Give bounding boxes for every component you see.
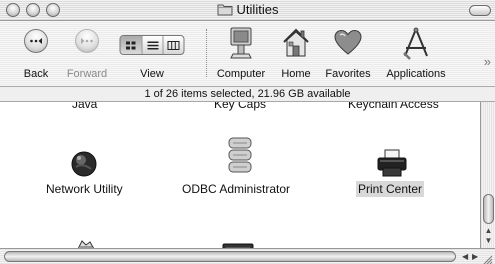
script-icon: [72, 238, 100, 248]
column-view-icon[interactable]: [162, 36, 184, 54]
view-segmented-control: [119, 31, 185, 55]
scroll-left-arrow-icon[interactable]: ◀: [462, 251, 468, 262]
status-bar: 1 of 26 items selected, 21.96 GB availab…: [0, 86, 495, 102]
file-item-partial[interactable]: [72, 238, 102, 248]
window-title-group: Utilities: [0, 2, 495, 18]
favorites-button[interactable]: Favorites: [320, 21, 376, 86]
view-control: View: [118, 21, 186, 86]
scroll-down-arrow-icon[interactable]: ▼: [484, 236, 493, 245]
scroll-right-arrow-icon[interactable]: ▶: [472, 251, 478, 262]
file-item-network-utility[interactable]: Network Utility: [40, 150, 140, 206]
view-label: View: [140, 68, 164, 80]
printer-icon: [376, 148, 408, 183]
back-button[interactable]: Back: [14, 21, 58, 86]
file-label-partial[interactable]: Key Caps: [214, 102, 266, 111]
home-label: Home: [281, 68, 311, 80]
finder-window: Utilities Back Forward View Computer Hom…: [0, 0, 495, 264]
forward-arrow-icon: [75, 29, 99, 53]
horizontal-scroll-thumb[interactable]: [4, 251, 456, 262]
scroll-up-arrow-icon[interactable]: ▲: [484, 226, 493, 235]
favorites-label: Favorites: [325, 68, 371, 80]
vertical-scroll-thumb[interactable]: [483, 194, 494, 224]
home-button[interactable]: Home: [274, 21, 318, 86]
file-label-selected: Print Center: [356, 181, 425, 197]
applications-icon: [401, 26, 431, 65]
computer-label: Computer: [216, 68, 266, 80]
back-arrow-icon: [24, 29, 48, 53]
toolbar-overflow-chevron[interactable]: »: [484, 54, 491, 69]
file-item-print-center[interactable]: Print Center: [354, 148, 434, 206]
status-text: 1 of 26 items selected, 21.96 GB availab…: [144, 88, 351, 100]
forward-label: Forward: [66, 68, 108, 80]
applications-button[interactable]: Applications: [378, 21, 454, 86]
toolbar: Back Forward View Computer Home Favorite…: [0, 21, 495, 86]
back-label: Back: [23, 68, 49, 80]
file-label: ODBC Administrator: [182, 182, 291, 196]
file-label-partial[interactable]: Keychain Access: [348, 102, 439, 111]
window-title: Utilities: [236, 2, 279, 17]
forward-button[interactable]: Forward: [58, 21, 116, 86]
terminal-icon: [222, 240, 254, 248]
vertical-scrollbar[interactable]: ▲ ▼: [480, 102, 495, 248]
database-icon: [227, 136, 253, 181]
toolbar-toggle-button[interactable]: [469, 5, 491, 16]
file-label-partial[interactable]: Java: [72, 102, 97, 111]
icon-view-icon[interactable]: [120, 36, 142, 54]
toolbar-divider: [206, 29, 207, 77]
computer-icon: [227, 26, 255, 65]
horizontal-scrollbar[interactable]: ◀ ▶: [0, 248, 495, 264]
file-label: Network Utility: [46, 182, 123, 196]
network-globe-icon: [70, 150, 98, 183]
heart-icon: [334, 29, 362, 62]
file-item-odbc-administrator[interactable]: ODBC Administrator: [178, 136, 304, 206]
list-view-icon[interactable]: [141, 36, 163, 54]
applications-label: Applications: [386, 68, 446, 80]
resize-grip-icon[interactable]: [483, 252, 493, 264]
home-icon: [281, 26, 311, 65]
folder-icon: [217, 3, 233, 16]
file-icon-grid[interactable]: Java Key Caps Keychain Access Network Ut…: [0, 102, 480, 248]
file-item-partial[interactable]: [222, 240, 256, 248]
computer-button[interactable]: Computer: [212, 21, 270, 86]
title-bar[interactable]: Utilities: [0, 0, 495, 21]
